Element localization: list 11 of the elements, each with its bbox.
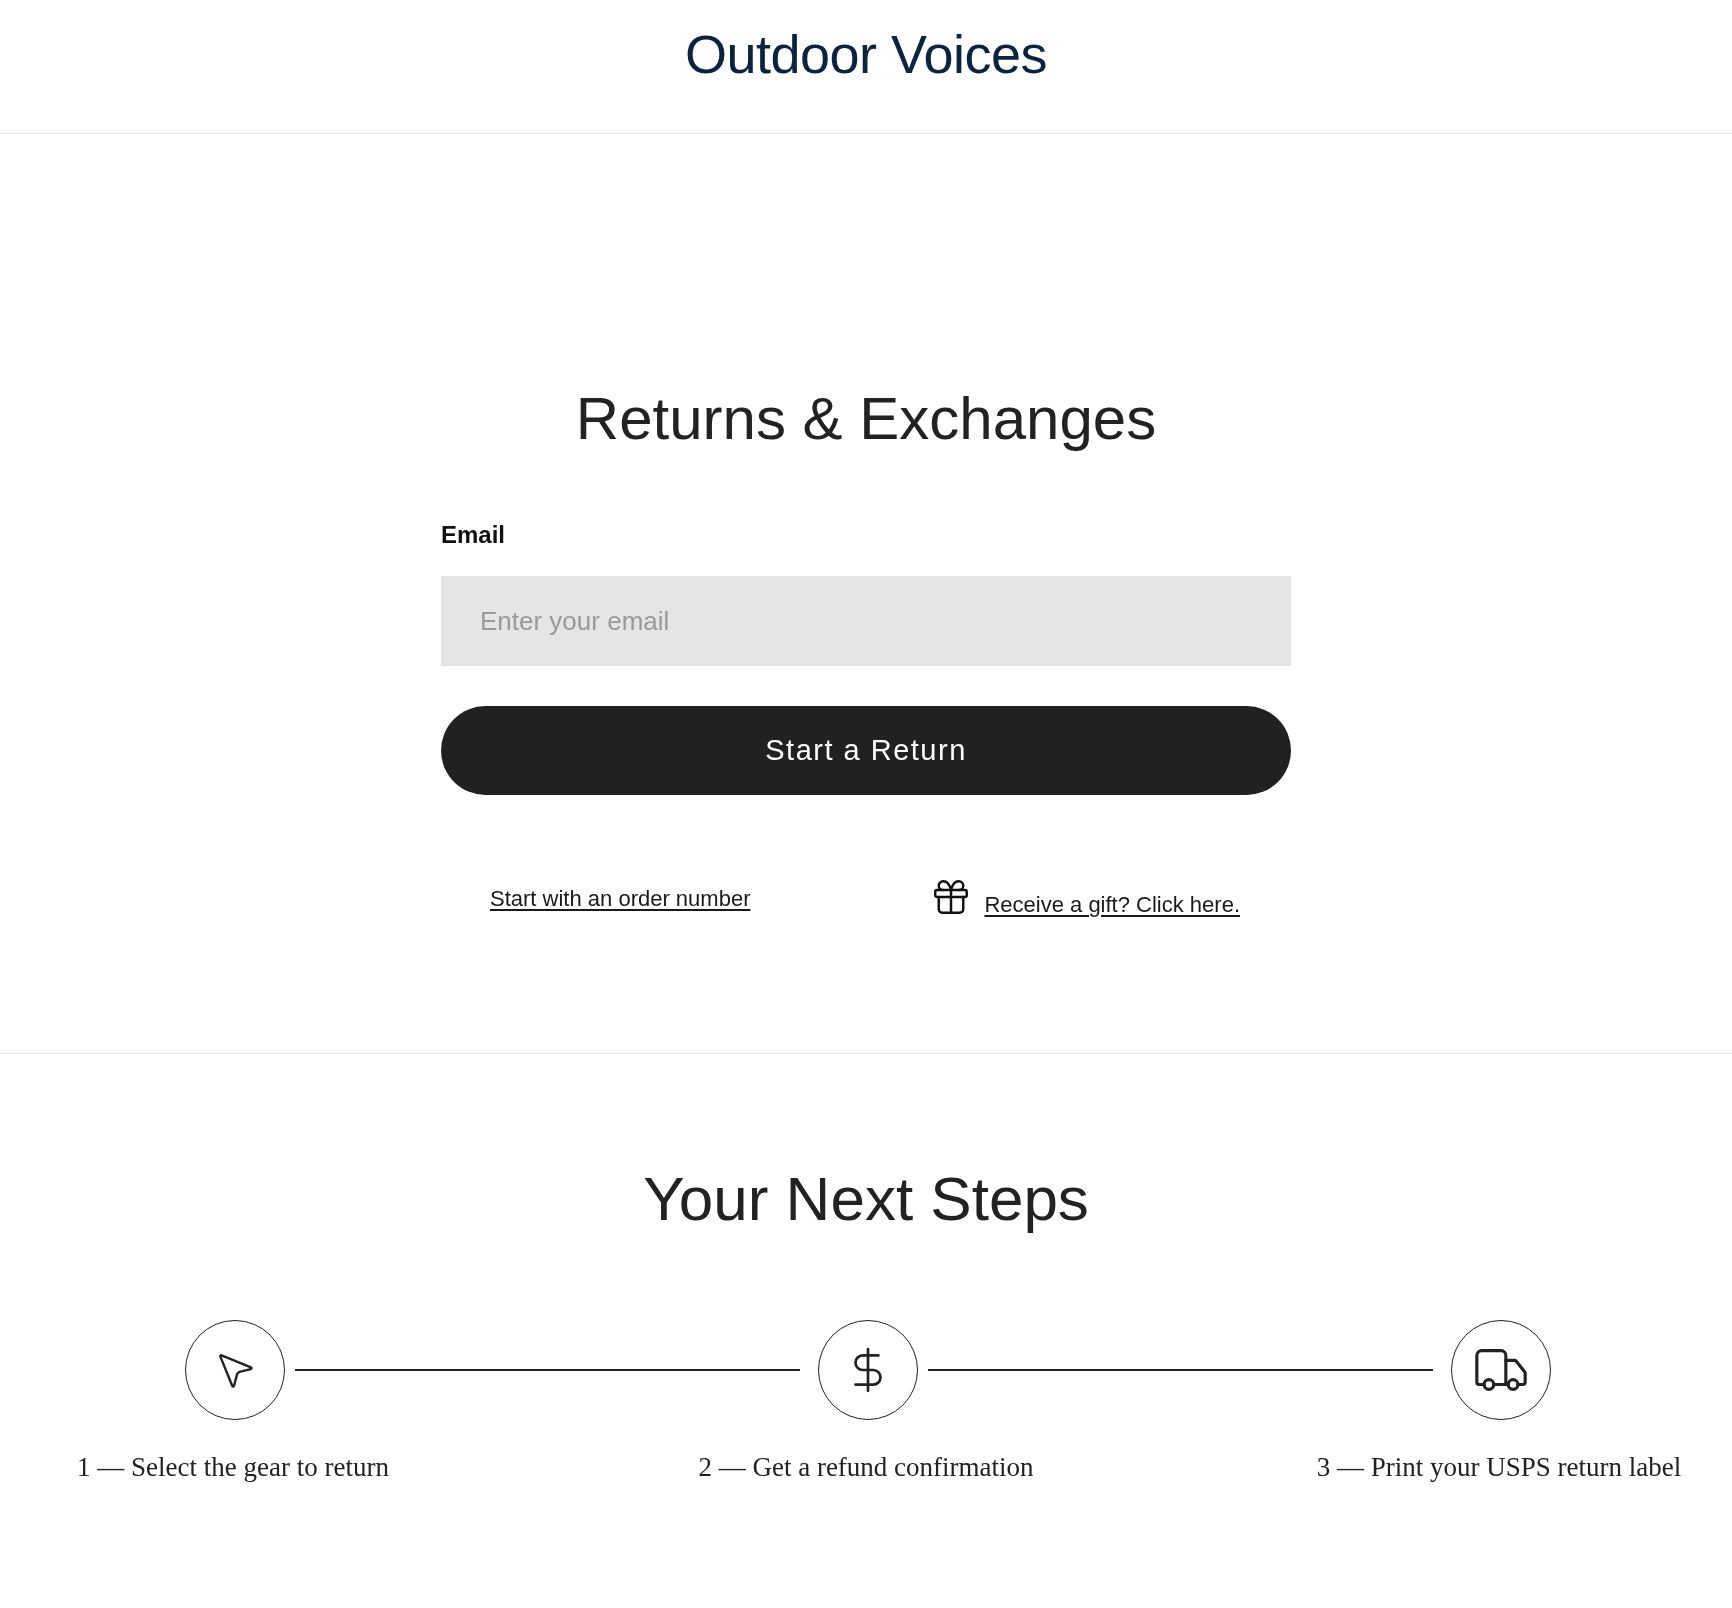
section-title: Your Next Steps: [643, 1163, 1089, 1235]
gift-link[interactable]: Receive a gift? Click here.: [984, 891, 1240, 919]
page-title: Returns & Exchanges: [575, 384, 1157, 454]
step-label: 1 — Select the gear to return: [76, 1451, 390, 1483]
logo[interactable]: Outdoor Voices: [684, 22, 1048, 86]
start-return-button[interactable]: Start a Return: [441, 706, 1291, 795]
email-label: Email: [441, 520, 506, 549]
order-number-link[interactable]: Start with an order number: [490, 885, 751, 913]
email-input[interactable]: Enter your email: [441, 576, 1291, 666]
step-label: 3 — Print your USPS return label: [1315, 1451, 1683, 1483]
step-label: 2 — Get a refund confirmation: [697, 1451, 1035, 1483]
